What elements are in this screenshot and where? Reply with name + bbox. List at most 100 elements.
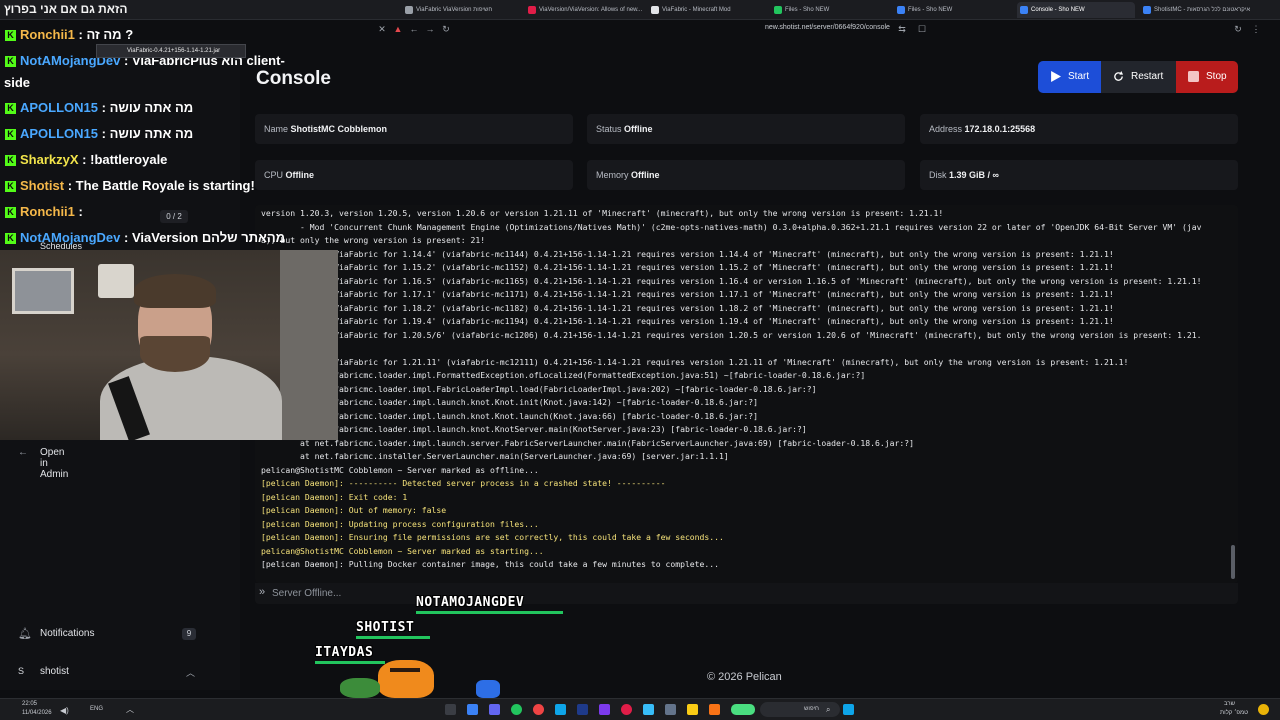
console-line: pelican@ShotistMC Cobblemon ~ Server mar… <box>261 545 544 556</box>
stat-memory-label: Memory <box>596 170 629 180</box>
chat-text: side <box>4 75 31 90</box>
battle-health-bar-1 <box>416 611 563 614</box>
tab-3[interactable]: ViaFabric - Minecraft Mod <box>648 2 766 18</box>
app-icon-3[interactable] <box>511 704 522 715</box>
user-name: shotist <box>40 666 69 677</box>
chat-username: APOLLON15 <box>20 100 99 115</box>
windows-start-icon[interactable] <box>843 704 854 715</box>
tab-favicon-icon <box>1143 6 1151 14</box>
kick-badge-icon: K <box>5 103 16 114</box>
stat-cpu-value: Offline <box>285 170 315 180</box>
app-icon-1[interactable] <box>467 704 478 715</box>
sun-icon <box>1258 704 1269 715</box>
console-scrollbar[interactable] <box>1231 545 1235 579</box>
tab-favicon-icon <box>405 6 413 14</box>
stop-button[interactable]: Stop <box>1176 61 1238 93</box>
chat-username: Shotist <box>20 178 65 193</box>
browser-refresh-icon[interactable]: ↻ <box>1232 23 1244 35</box>
kick-badge-icon: K <box>5 129 16 140</box>
chat-text: : מה אתה עושה <box>101 126 194 141</box>
tray-chevron-icon[interactable]: ︿ <box>126 704 134 715</box>
webcam-lamp <box>98 264 134 298</box>
console-output[interactable]: version 1.20.3, version 1.20.5, version … <box>255 205 1238 583</box>
kick-badge-icon: K <box>5 30 16 41</box>
stat-address-value[interactable]: 172.18.0.1:25568 <box>965 124 1036 134</box>
console-line: [pelican Daemon]: Out of memory: false <box>261 505 447 515</box>
play-icon <box>1051 71 1061 82</box>
console-line: at net.fabricmc.installer.ServerLauncher… <box>261 451 729 461</box>
chat-username: NotAMojangDev <box>20 230 121 245</box>
tab-6[interactable]: Console - Sho NEW <box>1017 2 1135 18</box>
chat-message: K Ronchii1 : <box>5 204 83 219</box>
folder-icon[interactable] <box>687 704 698 715</box>
chat-message: K APOLLON15 : מה אתה עושה <box>5 126 193 141</box>
arrow-left-icon: ← <box>18 447 28 458</box>
console-line: at net.fabricmc.loader.impl.launch.serve… <box>261 437 914 448</box>
console-line: [pelican Daemon]: ---------- Detected se… <box>261 478 666 488</box>
tab-favicon-icon <box>774 6 782 14</box>
notifications-count-badge: 9 <box>182 628 196 640</box>
tab-label: Files - Sho NEW <box>785 7 830 13</box>
footer-copyright: © 2026 Pelican <box>707 671 782 683</box>
app-icon-9[interactable] <box>643 704 654 715</box>
console-line: - Mod 'ViaFabric for 1.21.11' (viafabric… <box>261 356 1129 367</box>
url-field[interactable]: new.shotist.net/server/0664f920/console <box>765 24 890 31</box>
webcam-door <box>280 250 338 440</box>
console-line: a), but only the wrong version is presen… <box>261 235 486 245</box>
tab-2[interactable]: ViaVersion/ViaVersion: Allows of new... <box>525 2 643 18</box>
app-icon-8[interactable] <box>621 704 632 715</box>
stat-cpu-label: CPU <box>264 170 284 180</box>
refresh-icon[interactable]: ↻ <box>440 23 452 35</box>
app-icon-10[interactable] <box>665 704 676 715</box>
console-line: version 1.20.3, version 1.20.5, version … <box>261 208 944 218</box>
forward-icon[interactable]: → <box>424 23 436 35</box>
kick-badge-icon: K <box>5 56 16 67</box>
speaker-icon[interactable]: ◀) <box>60 706 69 715</box>
bell-icon: 🔔︎ <box>18 628 32 640</box>
app-icon-2[interactable] <box>489 704 500 715</box>
app-icon-6[interactable] <box>577 704 588 715</box>
bookmark-icon[interactable]: ☐ <box>916 23 928 35</box>
chat-message: side <box>4 75 30 90</box>
stat-status-label: Status <box>596 124 622 134</box>
tab-1[interactable]: ViaFabric ViaVersion חשיפות <box>402 2 520 18</box>
tab-4[interactable]: Files - Sho NEW <box>771 2 889 18</box>
console-line: [pelican Daemon]: Pulling Docker contain… <box>261 559 720 569</box>
app-icon-5[interactable] <box>555 704 566 715</box>
webcam-overlay <box>0 250 338 440</box>
avatar: S <box>18 666 25 676</box>
tab-favicon-icon <box>528 6 536 14</box>
windows-taskbar: 22:05 11/04/2026 ◀) ENG ︿ חיפוש ⌕ שרב טמ… <box>0 698 1280 720</box>
chat-username: Ronchii1 <box>20 204 75 219</box>
close-tab-icon[interactable]: ✕ <box>376 23 388 35</box>
chat-message: K NotAMojangDev : ViaVersion מהאתר שלהם <box>5 230 285 245</box>
translate-icon[interactable]: ⇆ <box>896 23 908 35</box>
restart-button[interactable]: Restart <box>1101 61 1176 93</box>
back-icon[interactable]: ← <box>408 23 420 35</box>
taskbar-search[interactable]: חיפוש ⌕ <box>760 702 840 717</box>
restart-icon <box>1114 71 1124 81</box>
stat-address-label: Address <box>929 124 963 134</box>
tab-5[interactable]: Files - Sho NEW <box>894 2 1012 18</box>
app-icon-7[interactable] <box>599 704 610 715</box>
chevron-up-icon: ︿ <box>186 668 196 678</box>
stop-label: Stop <box>1206 71 1227 82</box>
weather-line-2: טמפ׳ קלות <box>1220 710 1249 716</box>
console-line: - Mod 'ViaFabric for 1.14.4' (viafabric-… <box>261 248 1114 259</box>
taskbar-language[interactable]: ENG <box>90 706 103 712</box>
stat-cpu: CPU Offline <box>255 160 573 190</box>
menu-icon[interactable]: ⋮ <box>1250 23 1262 35</box>
taskbar-search-label: חיפוש <box>804 706 819 712</box>
brave-icon[interactable] <box>709 704 720 715</box>
file-tooltip: ViaFabric-0.4.21+156-1.14-1.21.jar <box>96 44 246 58</box>
start-button[interactable]: Start <box>1038 61 1101 93</box>
tab-7[interactable]: ShotistMC - איקראטונם לכל הגרסאות <box>1140 2 1280 18</box>
console-line: - Mod 'ViaFabric for 1.18.2' (viafabric-… <box>261 302 1114 313</box>
tab-label: ViaFabric - Minecraft Mod <box>662 7 731 13</box>
stat-name-label: Name <box>264 124 289 134</box>
task-view-icon[interactable] <box>445 704 456 715</box>
app-icon-4[interactable] <box>533 704 544 715</box>
weather-icon <box>731 704 755 715</box>
extension-icon[interactable]: ▲ <box>392 23 404 35</box>
stat-status-value: Offline <box>624 124 653 134</box>
